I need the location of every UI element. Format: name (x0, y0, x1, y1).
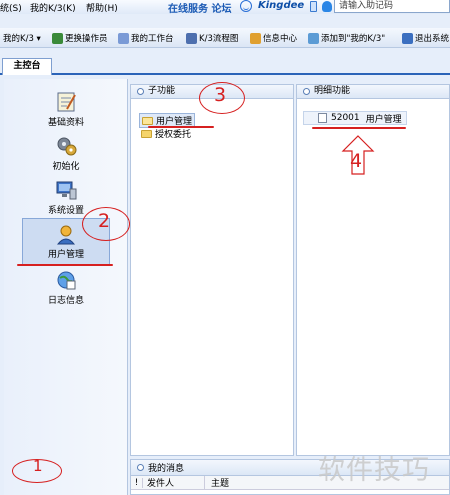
exit-system-label: 退出系统 (415, 34, 450, 44)
tab-main-console[interactable]: 主控台 (2, 58, 52, 75)
workbench-icon (118, 32, 129, 44)
annotation-number-2: 2 (98, 210, 111, 232)
bullet-icon (303, 88, 310, 95)
annotation-number-4: 4 (350, 150, 363, 172)
online-service-link[interactable]: 在线服务 论坛 (168, 0, 231, 15)
my-k3-label: 我的K/3 ▾ (3, 34, 41, 44)
toolbar: 我的K/3 ▾ 更换操作员 我的工作台 K/3流程图 信息中心 添加到"我的K/… (0, 28, 450, 48)
sidebar-item-label: 基础资料 (47, 118, 84, 128)
sidebar-item-basic-data[interactable]: 基础资料 (26, 91, 106, 128)
exit-icon (402, 32, 413, 44)
search-input[interactable]: 请输入助记码 (334, 0, 450, 13)
exit-system-button[interactable]: 退出系统 (402, 32, 449, 44)
flowchart-icon (186, 32, 197, 44)
tab-strip: 主控台 (0, 58, 450, 75)
flowchart-button[interactable]: K/3流程图 (186, 32, 238, 44)
menu-my-k3[interactable]: 我的K/3(K) (30, 1, 76, 14)
flowchart-label: K/3流程图 (199, 34, 239, 44)
folder-open-icon (142, 116, 153, 125)
add-to-my-k3-label: 添加到"我的K/3" (321, 34, 386, 44)
sidebar-item-label: 系统设置 (47, 206, 84, 216)
column-flag[interactable]: ! (131, 477, 143, 488)
operator-icon (52, 32, 63, 44)
subfunction-panel: 子功能 用户管理 授权委托 (130, 84, 294, 456)
document-icon (318, 113, 327, 123)
sidebar-item-label: 初始化 (52, 162, 80, 172)
add-favorite-icon (308, 32, 319, 44)
column-subject[interactable]: 主题 (205, 476, 229, 489)
document-pen-icon (57, 92, 76, 112)
bullet-icon (137, 88, 144, 95)
globe-log-icon (57, 271, 76, 290)
sidebar-item-label: 日志信息 (47, 296, 84, 306)
detail-name: 用户管理 (365, 114, 402, 125)
brand-logo: Kingdee (258, 0, 305, 11)
info-center-label: 信息中心 (263, 34, 298, 44)
change-operator-label: 更换操作员 (65, 34, 108, 44)
menu-help[interactable]: 帮助(H) (86, 1, 118, 14)
sidebar-item-log-info[interactable]: 日志信息 (26, 269, 106, 306)
subfunction-title: 子功能 (148, 86, 176, 96)
smiley-icon (240, 0, 252, 12)
detail-title: 明细功能 (314, 86, 351, 96)
watermark: 软件技巧 (318, 455, 430, 486)
subfunction-label: 授权委托 (155, 130, 192, 140)
sidebar-item-label: 用户管理 (47, 250, 84, 260)
message-title: 我的消息 (148, 464, 185, 474)
detail-code: 52001 (331, 113, 360, 123)
my-workbench-label: 我的工作台 (131, 34, 174, 44)
column-sender[interactable]: 发件人 (143, 476, 205, 489)
folder-icon (141, 129, 152, 138)
sidebar: 基础资料 初始化 系统设置 用户管理 日志信息 (4, 79, 128, 495)
add-to-my-k3-button[interactable]: 添加到"我的K/3" (308, 32, 385, 44)
sidebar-item-initialization[interactable]: 初始化 (26, 135, 106, 172)
info-center-button[interactable]: 信息中心 (250, 32, 297, 44)
phone-icon[interactable] (310, 1, 317, 12)
annotation-underline-3 (148, 126, 214, 128)
qq-icon[interactable] (322, 1, 332, 12)
gears-icon (57, 137, 77, 156)
menu-bar: 统(S) 我的K/3(K) 帮助(H) 在线服务 论坛 Kingdee 请输入助… (0, 0, 450, 15)
bullet-icon (137, 464, 144, 471)
menu-system[interactable]: 统(S) (0, 1, 22, 14)
subfunction-item-authorization[interactable]: 授权委托 (141, 127, 191, 140)
my-k3-dropdown[interactable]: 我的K/3 ▾ (3, 32, 41, 44)
annotation-number-3: 3 (214, 84, 227, 106)
annotation-underline-4 (312, 127, 406, 129)
annotation-number-1: 1 (33, 457, 43, 475)
detail-item-52001[interactable]: 52001 用户管理 (303, 111, 407, 125)
change-operator-button[interactable]: 更换操作员 (52, 32, 108, 44)
detail-header: 明细功能 (297, 85, 449, 99)
monitor-settings-icon (56, 181, 77, 200)
annotation-underline-2 (17, 264, 113, 266)
user-icon (56, 225, 76, 245)
info-center-icon (250, 32, 261, 44)
my-workbench-button[interactable]: 我的工作台 (118, 32, 174, 44)
